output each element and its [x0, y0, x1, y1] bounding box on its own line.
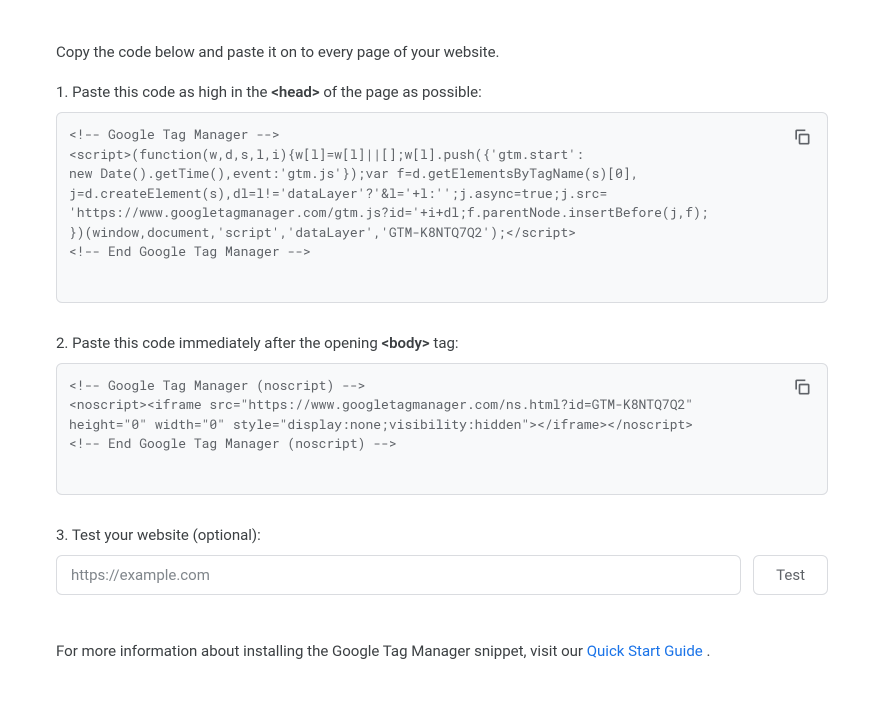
quick-start-link[interactable]: Quick Start Guide [587, 642, 703, 660]
step1-suffix: of the page as possible: [320, 83, 482, 101]
footer-prefix: For more information about installing th… [56, 642, 587, 660]
test-url-input[interactable] [56, 555, 741, 595]
copy-icon [792, 127, 812, 150]
step1-bold: <head> [271, 83, 319, 101]
test-row: Test [56, 555, 828, 595]
step2-label: 2. Paste this code immediately after the… [56, 331, 828, 355]
step3-label: 3. Test your website (optional): [56, 523, 828, 547]
head-code: <!-- Google Tag Manager --> <script>(fun… [69, 125, 777, 262]
step2-bold: <body> [381, 334, 429, 352]
step2-suffix: tag: [430, 334, 459, 352]
copy-button-head[interactable] [785, 121, 819, 155]
copy-button-body[interactable] [785, 372, 819, 406]
intro-text: Copy the code below and paste it on to e… [56, 40, 828, 64]
step2-prefix: 2. Paste this code immediately after the… [56, 334, 381, 352]
step1-label: 1. Paste this code as high in the <head>… [56, 80, 828, 104]
step1-prefix: 1. Paste this code as high in the [56, 83, 271, 101]
body-code: <!-- Google Tag Manager (noscript) --> <… [69, 376, 777, 454]
test-button[interactable]: Test [753, 555, 828, 595]
copy-icon [792, 377, 812, 400]
body-code-block: <!-- Google Tag Manager (noscript) --> <… [56, 363, 828, 495]
footer-text: For more information about installing th… [56, 639, 828, 663]
footer-suffix: . [703, 642, 711, 660]
head-code-block: <!-- Google Tag Manager --> <script>(fun… [56, 112, 828, 303]
